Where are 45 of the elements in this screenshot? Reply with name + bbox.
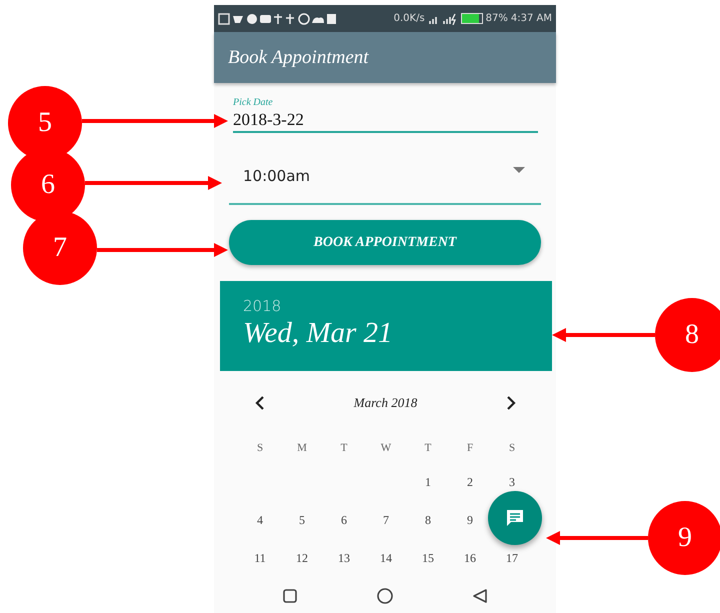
calendar-day[interactable]: 1: [425, 474, 431, 490]
calendar-day[interactable]: 16: [464, 550, 476, 566]
book-appointment-button[interactable]: BOOK APPOINTMENT: [229, 220, 541, 265]
calendar-day[interactable]: 7: [383, 512, 389, 528]
callout-number: 8: [655, 298, 720, 372]
callout-number: 9: [648, 501, 720, 575]
calendar-day[interactable]: 5: [299, 512, 305, 528]
dropdown-arrow-icon: [513, 167, 525, 174]
calendar-day[interactable]: 11: [254, 550, 266, 566]
battery-icon: [460, 13, 483, 24]
calendar-day[interactable]: 12: [296, 550, 308, 566]
battery-percent: 87%: [486, 13, 508, 24]
selected-date[interactable]: Wed, Mar 21: [243, 317, 552, 350]
message-icon: [505, 508, 525, 528]
weekday-label: S: [508, 442, 516, 454]
calendar-day[interactable]: 2: [467, 474, 473, 490]
recents-icon[interactable]: [282, 588, 298, 604]
calendar-day[interactable]: 8: [425, 512, 431, 528]
calendar-day[interactable]: 15: [422, 550, 434, 566]
weekday-label: M: [297, 442, 307, 454]
calendar-day[interactable]: 14: [380, 550, 392, 566]
previous-month-icon[interactable]: [255, 396, 265, 410]
network-speed: 0.0K/s: [394, 13, 425, 24]
home-icon[interactable]: [376, 587, 394, 605]
back-icon[interactable]: [472, 588, 488, 604]
calendar-day[interactable]: 6: [341, 512, 347, 528]
signal-icon: [428, 12, 458, 24]
calendar-day[interactable]: 17: [506, 550, 518, 566]
date-field[interactable]: Pick Date 2018-3-22: [233, 97, 538, 133]
weekday-label: S: [256, 442, 264, 454]
time-dropdown[interactable]: 10:00am: [229, 153, 541, 205]
month-label: March 2018: [354, 395, 418, 411]
weekday-label: T: [340, 442, 348, 454]
calendar-day[interactable]: 13: [338, 550, 350, 566]
weekday-label: W: [380, 442, 392, 454]
calendar-day[interactable]: 9: [467, 512, 473, 528]
calendar-day[interactable]: 3: [509, 474, 515, 490]
screen-title: Book Appointment: [228, 46, 369, 68]
callout-number: 7: [23, 211, 97, 285]
next-month-icon[interactable]: [506, 396, 516, 410]
weekday-label: F: [466, 442, 474, 454]
calendar-day[interactable]: 4: [257, 512, 263, 528]
weekday-label: T: [424, 442, 432, 454]
message-button[interactable]: [488, 491, 542, 545]
clock: 4:37 AM: [510, 13, 552, 24]
